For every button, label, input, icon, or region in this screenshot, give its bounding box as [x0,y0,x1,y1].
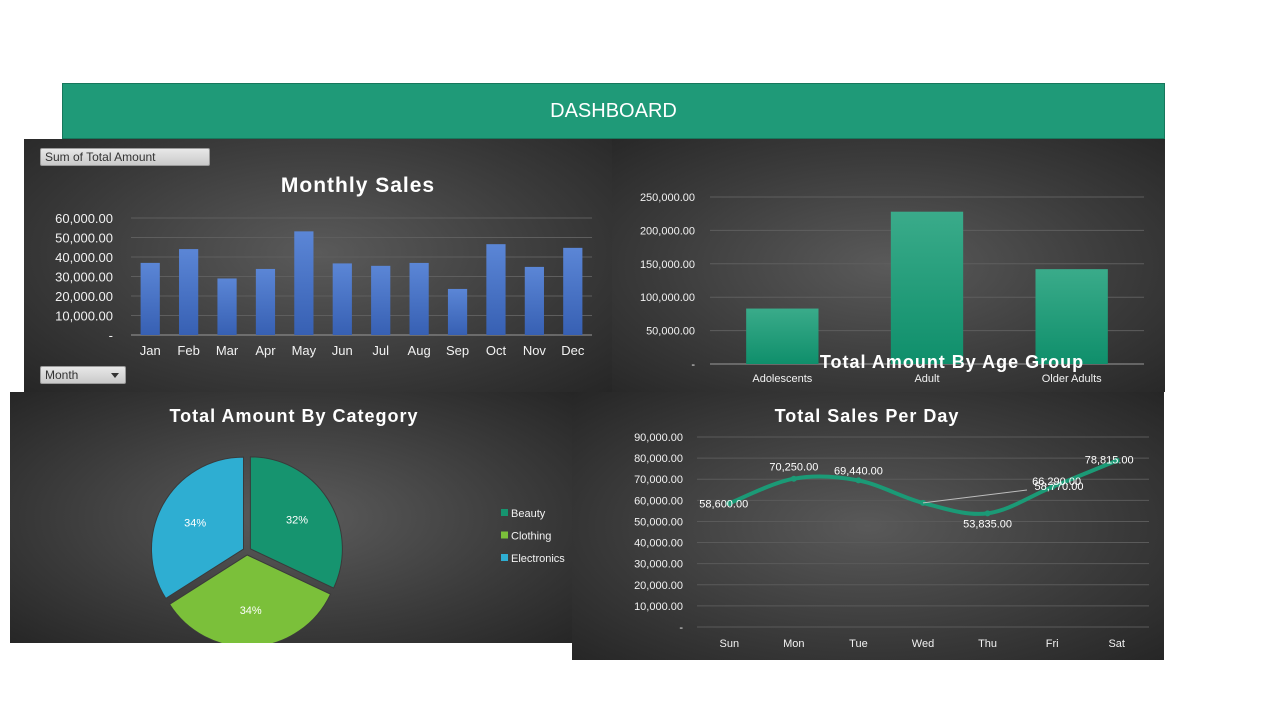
y-tick-label: 70,000.00 [634,474,683,486]
x-tick-label: Apr [255,343,276,358]
monthly-sales-panel: Sum of Total Amount Monthly Sales - 10,000… [24,139,612,392]
legend-swatch [501,509,508,516]
sales-per-day-panel: Total Sales Per Day - 10,000.00 20,000.00 30… [572,392,1164,660]
chart-title: Total Sales Per Day [775,406,960,426]
y-tick-label: - [691,359,695,371]
data-point [855,477,862,484]
x-tick-label: Jun [332,343,353,358]
x-tick-label: Mon [783,638,804,650]
x-tick-label: Fri [1046,638,1059,650]
legend-label: Beauty [511,508,546,520]
y-tick-label: 20,000.00 [55,289,113,304]
legend-label: Clothing [511,531,551,543]
y-tick-label: 60,000.00 [55,211,113,226]
pie-data-label: 32% [286,514,308,526]
y-tick-label: 30,000.00 [634,559,683,571]
x-tick-label: Adolescents [752,373,812,385]
data-point [984,510,991,517]
x-tick-label: May [292,343,317,358]
pie-data-label: 34% [184,517,206,529]
x-tick-label: Feb [177,343,199,358]
y-tick-label: 40,000.00 [634,538,683,550]
chart-title: Total Amount By Age Group [820,352,1084,372]
x-tick-label: Sat [1108,638,1125,650]
chart-title: Monthly Sales [281,174,435,197]
bar [217,278,237,335]
y-tick-label: 150,000.00 [640,259,695,271]
y-tick-label: 100,000.00 [640,292,695,304]
bar [447,288,468,335]
x-tick-label: Older Adults [1042,373,1102,385]
sum-of-total-amount-label: Sum of Total Amount [45,150,156,164]
chart-title: Total Amount By Category [169,406,418,426]
y-tick-label: - [109,328,113,343]
x-tick-label: Thu [978,638,997,650]
category-pie-chart: Total Amount By Category 32% Beauty 34% Clot… [151,406,565,643]
x-tick-label: Nov [523,343,547,358]
monthly-sales-chart: Monthly Sales - 10,000.00 20,000.00 30,000.0… [55,174,592,358]
bar [1035,269,1108,364]
bar [371,265,391,335]
bar [563,247,583,335]
month-filter-button[interactable]: Month [40,366,126,384]
legend-label: Electronics [511,553,565,565]
data-label: 78,815.00 [1085,455,1134,467]
data-label: 66,290.00 [1032,476,1081,488]
y-tick-label: 30,000.00 [55,270,113,285]
bar [486,244,506,335]
x-tick-label: Sep [446,343,469,358]
x-tick-label: Tue [849,638,868,650]
y-tick-label: 250,000.00 [640,192,695,204]
bar [332,263,352,335]
bar [746,308,819,364]
bar [294,231,314,335]
y-tick-label: 200,000.00 [640,225,695,237]
x-tick-label: Sun [719,638,739,650]
x-tick-label: Jan [140,343,161,358]
y-tick-label: 40,000.00 [55,250,113,265]
y-tick-label: 20,000.00 [634,580,683,592]
legend-swatch [501,554,508,561]
dashboard-header: DASHBOARD [62,83,1165,139]
y-tick-label: 50,000.00 [634,516,683,528]
chevron-down-icon [111,373,119,378]
x-tick-label: Dec [561,343,585,358]
bar [409,262,429,335]
age-group-panel: - 50,000.00 100,000.00 150,000.00 200,000.00… [612,139,1165,392]
legend-swatch [501,531,508,539]
bar [524,266,544,335]
y-tick-label: - [679,622,683,634]
month-filter-label: Month [45,368,79,382]
y-tick-label: 50,000.00 [55,231,113,246]
bar [890,211,964,364]
bar [255,268,276,335]
y-tick-label: 10,000.00 [55,309,113,324]
x-tick-label: Wed [912,638,934,650]
data-label: 53,835.00 [963,518,1012,530]
x-tick-label: Adult [914,373,939,385]
x-tick-label: Jul [372,343,389,358]
y-tick-label: 60,000.00 [634,495,683,507]
bar [140,262,160,335]
leader-line [922,489,1028,504]
x-tick-label: Aug [408,343,431,358]
category-panel: Total Amount By Category 32% Beauty 34% Clot… [10,392,572,643]
y-tick-label: 80,000.00 [634,453,683,465]
data-label: 70,250.00 [769,462,818,474]
dashboard-title: DASHBOARD [550,99,677,122]
sum-of-total-amount-button[interactable]: Sum of Total Amount [40,148,210,166]
data-point [790,475,797,482]
y-tick-label: 10,000.00 [634,601,683,613]
y-tick-label: 90,000.00 [634,432,683,444]
data-label: 58,600.00 [699,498,748,510]
x-tick-label: Mar [216,343,239,358]
sales-per-day-chart: Total Sales Per Day - 10,000.00 20,000.00 30… [634,406,1149,650]
y-tick-label: 50,000.00 [646,326,695,338]
pie-data-label: 34% [240,605,262,617]
bar [179,249,199,335]
data-label: 69,440.00 [834,465,883,477]
x-tick-label: Oct [486,343,507,358]
age-group-chart: - 50,000.00 100,000.00 150,000.00 200,000.00… [640,192,1144,385]
